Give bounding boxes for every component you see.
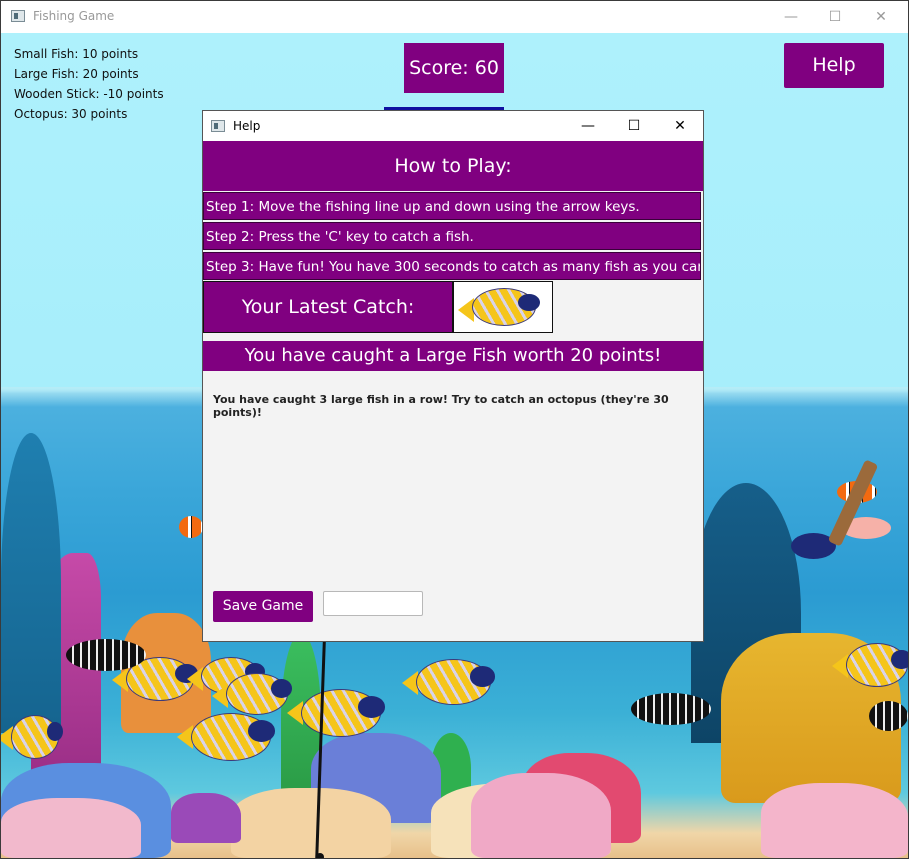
minimize-icon[interactable]: — [565, 111, 611, 141]
main-window-title: Fishing Game [33, 9, 115, 23]
app-icon [211, 120, 225, 132]
points-item: Small Fish: 10 points [14, 47, 139, 61]
save-name-input[interactable] [323, 591, 423, 616]
score-display: Score: 60 [404, 43, 504, 93]
caught-banner: You have caught a Large Fish worth 20 po… [203, 341, 703, 371]
help-button[interactable]: Help [784, 43, 884, 88]
points-item: Octopus: 30 points [14, 107, 128, 121]
app-icon [11, 10, 25, 22]
help-dialog: Help — ☐ ✕ How to Play: Step 1: Move the… [202, 110, 704, 642]
large-fish [212, 673, 292, 715]
purple-coral [171, 793, 241, 843]
save-game-button[interactable]: Save Game [213, 591, 313, 622]
small-fish [631, 693, 711, 725]
close-icon[interactable]: ✕ [657, 111, 703, 141]
blue-seaweed [1, 433, 61, 733]
sand-mound [231, 788, 391, 858]
small-fish [66, 639, 146, 671]
help-title-bar: Help — ☐ ✕ [203, 111, 703, 141]
points-item: Large Fish: 20 points [14, 67, 139, 81]
main-title-bar: Fishing Game — ☐ ✕ [1, 1, 908, 33]
step-1: Step 1: Move the fishing line up and dow… [203, 192, 701, 220]
large-fish-icon [458, 288, 540, 326]
large-fish [1, 715, 63, 759]
large-fish [832, 643, 908, 687]
maximize-icon[interactable]: ☐ [812, 1, 858, 33]
points-item: Wooden Stick: -10 points [14, 87, 164, 101]
octopus-tentacles [471, 773, 611, 858]
close-icon[interactable]: ✕ [858, 1, 904, 33]
maximize-icon[interactable]: ☐ [611, 111, 657, 141]
large-fish [177, 713, 275, 761]
step-3: Step 3: Have fun! You have 300 seconds t… [203, 252, 701, 280]
minimize-icon[interactable]: — [768, 1, 814, 33]
latest-catch-image [453, 281, 553, 333]
clown-fish [179, 516, 203, 538]
large-fish [402, 659, 495, 705]
points-legend: Small Fish: 10 points Large Fish: 20 poi… [14, 44, 164, 124]
small-fish [869, 701, 908, 731]
octopus-tentacles [1, 798, 141, 858]
how-to-play-heading: How to Play: [203, 141, 703, 191]
octopus-tentacles [761, 783, 908, 858]
hook-icon [316, 853, 324, 858]
help-window-title: Help [233, 119, 261, 133]
large-fish [287, 689, 385, 737]
step-2: Step 2: Press the 'C' key to catch a fis… [203, 222, 701, 250]
latest-catch-label: Your Latest Catch: [203, 281, 453, 333]
streak-message: You have caught 3 large fish in a row! T… [213, 393, 669, 419]
